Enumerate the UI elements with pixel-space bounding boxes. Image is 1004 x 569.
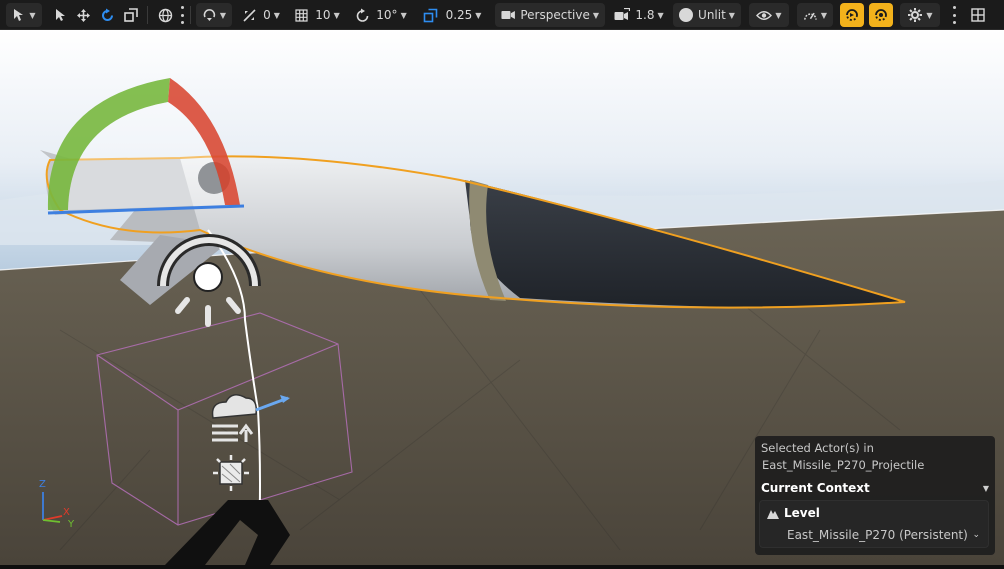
viewport-toolbar: ▼ ▼ 0 ▼ 10 ▼ 10° ▼ 0.25 ▼ Perspective ▼ … — [0, 0, 1004, 30]
translate-snap-button[interactable]: 0 ▼ — [240, 3, 282, 27]
grid-icon — [295, 8, 308, 22]
rotate-tool-button[interactable] — [98, 3, 116, 27]
grid-snap-button[interactable]: 10 ▼ — [292, 3, 342, 27]
chevron-down-icon: ▼ — [475, 10, 482, 20]
chevron-down-icon: ▼ — [820, 10, 827, 20]
rotate-icon — [101, 8, 113, 21]
chevron-down-icon: ▼ — [657, 10, 664, 20]
coordinate-space-button[interactable] — [156, 3, 174, 27]
realtime-icon — [846, 9, 858, 21]
chevron-down-icon: ▼ — [219, 10, 226, 20]
scale-tool-button[interactable] — [122, 3, 140, 27]
globe-icon — [158, 8, 172, 22]
chevron-down-icon: ▼ — [592, 10, 599, 20]
scale-snap-button[interactable]: 0.25 ▼ — [418, 3, 486, 27]
rotation-snap-value: 10° — [376, 8, 398, 22]
axis-y-label: Y — [68, 519, 75, 530]
move-icon — [76, 8, 90, 22]
viewport-options-menu[interactable]: ▼ — [6, 3, 42, 27]
axis-z-label: Z — [39, 479, 46, 490]
toolbar-divider — [147, 6, 148, 24]
camera-speed-button[interactable]: 1.8 ▼ — [612, 3, 666, 27]
translate-snap-icon — [243, 8, 256, 22]
surface-snap-icon — [203, 8, 216, 21]
level-context-box: Level East_Missile_P270 (Persistent) ⌄ — [759, 500, 989, 548]
eye-icon — [756, 10, 773, 20]
view-mode-dropdown[interactable]: Perspective ▼ — [495, 3, 605, 27]
chevron-down-icon: ▼ — [926, 10, 933, 20]
axis-x-label: X — [63, 507, 70, 518]
game-view-toggle-button[interactable] — [869, 3, 893, 27]
camera-icon — [501, 10, 515, 20]
chevron-down-icon: ▼ — [775, 10, 782, 20]
unlit-sphere-icon — [679, 8, 694, 22]
more-options-icon[interactable] — [180, 6, 184, 24]
lit-mode-dropdown[interactable]: Unlit ▼ — [673, 3, 741, 27]
viewport-bottom-border — [0, 565, 1004, 569]
level-icon — [767, 510, 779, 519]
grid-snap-value: 10 — [315, 8, 331, 22]
level-name-dropdown[interactable]: East_Missile_P270 (Persistent) — [787, 528, 968, 542]
viewport-more-icon[interactable] — [952, 6, 956, 24]
chevron-down-icon: ▼ — [29, 10, 36, 20]
show-flags-dropdown[interactable]: ▼ — [749, 3, 789, 27]
select-tool-button[interactable] — [52, 3, 68, 27]
toolbar-divider — [190, 6, 191, 24]
settings-dropdown[interactable]: ▼ — [900, 3, 940, 27]
layout-grid-icon — [971, 8, 985, 22]
translate-snap-value: 0 — [263, 8, 271, 22]
rotation-snap-button[interactable]: 10° ▼ — [352, 3, 410, 27]
layout-button[interactable] — [968, 3, 988, 27]
chevron-down-icon: ▼ — [273, 10, 280, 20]
camera-speed-value: 1.8 — [635, 8, 655, 22]
selected-actors-label: Selected Actor(s) in — [761, 441, 874, 455]
current-context-panel: Selected Actor(s) in East_Missile_P270_P… — [755, 436, 995, 555]
current-context-header[interactable]: Current Context — [761, 481, 870, 495]
scale-snap-value: 0.25 — [445, 8, 473, 22]
camera-speed-icon — [614, 8, 631, 20]
chevron-down-icon: ▼ — [333, 10, 340, 20]
lit-mode-label: Unlit — [698, 8, 726, 22]
game-view-icon — [875, 9, 887, 21]
realtime-toggle-button[interactable] — [840, 3, 864, 27]
gauge-icon — [804, 12, 817, 20]
chevron-down-icon: ▼ — [400, 10, 407, 20]
chevron-down-icon[interactable]: ▼ — [983, 484, 989, 493]
scale-icon — [124, 8, 138, 22]
view-mode-label: Perspective — [520, 8, 590, 22]
level-label: Level — [784, 506, 820, 520]
gear-icon — [908, 8, 923, 22]
rotation-snap-icon — [357, 8, 369, 22]
chevron-down-icon: ▼ — [728, 10, 735, 20]
cursor-icon — [56, 9, 65, 21]
select-mode-icon — [14, 9, 24, 21]
performance-scalability-dropdown[interactable]: ▼ — [797, 3, 833, 27]
selected-actor-name: East_Missile_P270_Projectile — [762, 458, 925, 472]
chevron-down-icon[interactable]: ⌄ — [972, 530, 980, 540]
scale-snap-icon — [423, 8, 437, 22]
translate-tool-button[interactable] — [74, 3, 92, 27]
surface-snapping-button[interactable]: ▼ — [196, 3, 232, 27]
